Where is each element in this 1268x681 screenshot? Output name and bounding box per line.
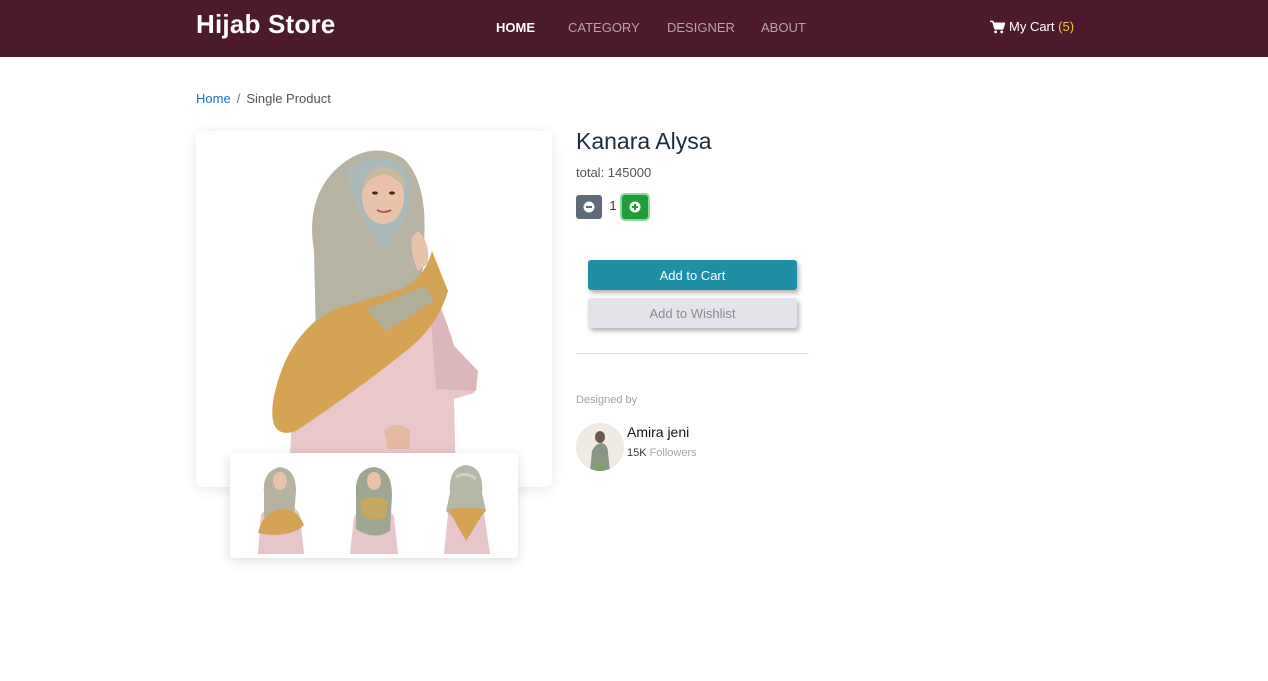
product-photo (196, 131, 552, 487)
add-to-cart-button[interactable]: Add to Cart (588, 260, 797, 290)
brand-logo[interactable]: Hijab Store (196, 9, 335, 40)
nav-link-category[interactable]: CATEGORY (568, 20, 640, 35)
minus-circle-icon (583, 201, 595, 213)
designer-avatar[interactable] (576, 423, 624, 471)
thumbnail-1[interactable] (234, 457, 326, 554)
product-total: total: 145000 (576, 165, 652, 180)
add-to-wishlist-button[interactable]: Add to Wishlist (588, 298, 797, 328)
cart-count-badge: 5 (1062, 19, 1070, 34)
nav-link-designer[interactable]: DESIGNER (667, 20, 735, 35)
followers-count: 15K (627, 447, 647, 459)
quantity-decrease-button[interactable] (576, 195, 602, 219)
followers-label: Followers (649, 447, 697, 459)
nav-link-home[interactable]: HOME (496, 20, 535, 35)
quantity-increase-button[interactable] (622, 195, 648, 219)
product-main-image (196, 131, 552, 487)
thumbnail-strip (230, 453, 518, 558)
cart-paren-close: ) (1069, 19, 1075, 34)
breadcrumb-separator: / (236, 91, 241, 106)
thumbnail-2[interactable] (328, 457, 420, 554)
breadcrumb-current: Single Product (246, 91, 331, 106)
divider (576, 353, 809, 354)
nav-link-about[interactable]: ABOUT (761, 20, 806, 35)
designed-by-label: Designed by (576, 394, 638, 406)
plus-circle-icon (629, 201, 641, 213)
breadcrumb-home-link[interactable]: Home (196, 91, 231, 106)
cart-label: My Cart (1009, 19, 1055, 34)
designer-name[interactable]: Amira jeni (627, 424, 689, 440)
navbar: Hijab Store HOME CATEGORY DESIGNER ABOUT… (0, 0, 1268, 57)
my-cart-link[interactable]: My Cart (5) (990, 19, 1074, 34)
product-title: Kanara Alysa (576, 128, 712, 154)
thumbnail-3[interactable] (420, 457, 512, 554)
designer-followers: 15K Followers (627, 447, 697, 459)
cart-icon (990, 20, 1005, 33)
quantity-value: 1 (609, 198, 617, 213)
breadcrumb: Home / Single Product (196, 91, 331, 106)
